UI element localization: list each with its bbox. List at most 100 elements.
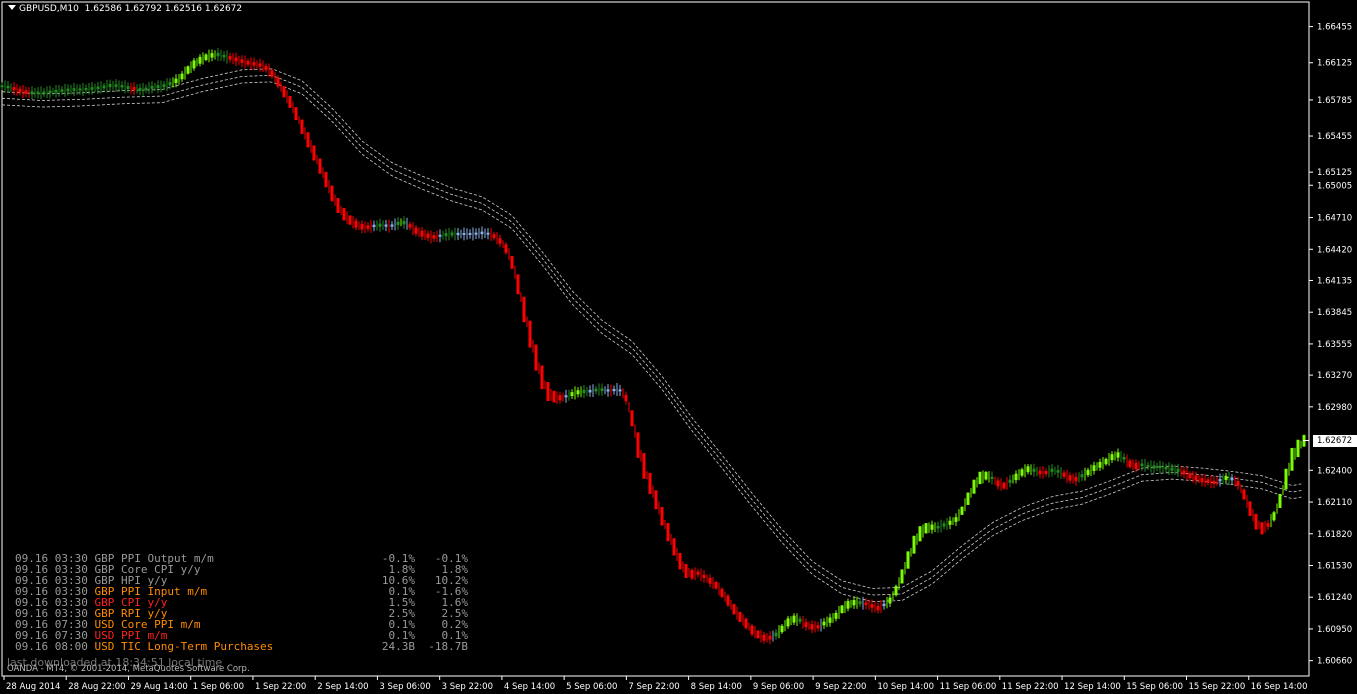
y-tick-label: 1.65125 [1317, 168, 1352, 178]
price-body [234, 57, 238, 62]
price-body [978, 471, 982, 485]
price-body [114, 84, 118, 87]
price-body [252, 62, 256, 66]
x-tick-label: 1 Sep 22:00 [255, 682, 306, 692]
price-body [852, 600, 856, 606]
price-body [216, 52, 220, 57]
price-body [594, 388, 598, 392]
price-body [102, 85, 106, 89]
news-row: 09.16 08:00 USD TIC Long-Term Purchases 2… [15, 641, 475, 652]
price-body [6, 85, 10, 89]
open-value: 1.62586 [84, 4, 122, 14]
price-body [1194, 475, 1198, 481]
price-body [474, 232, 478, 235]
price-body [1056, 470, 1060, 473]
price-body [1182, 470, 1186, 475]
price-body [936, 525, 940, 529]
price-body [120, 85, 124, 88]
y-tick-label: 1.64710 [1317, 214, 1352, 224]
x-tick-label: 10 Sep 14:00 [877, 682, 934, 692]
news-event: TIC Long-Term Purchases [120, 640, 274, 653]
y-tick-label: 1.64420 [1317, 245, 1352, 255]
price-body [138, 87, 142, 91]
y-tick-label: 1.63845 [1317, 308, 1352, 318]
price-body [732, 604, 736, 615]
menu-triangle-icon[interactable] [8, 5, 16, 10]
price-body [270, 70, 274, 77]
price-body [828, 617, 832, 623]
price-body [840, 605, 844, 613]
price-body [870, 604, 874, 608]
news-actual: 24.3B [381, 640, 415, 653]
price-body [846, 601, 850, 609]
price-body [1044, 470, 1048, 475]
price-body [822, 621, 826, 626]
price-body [618, 389, 622, 392]
price-body [426, 233, 430, 239]
price-body [990, 476, 994, 479]
price-body [1170, 467, 1174, 471]
price-body [1080, 474, 1084, 478]
price-body [132, 87, 136, 91]
price-body [444, 233, 448, 237]
price-body [894, 586, 898, 596]
envelope-band-line [1, 81, 1303, 602]
price-body [1062, 472, 1066, 477]
price-body [528, 320, 532, 348]
price-body [1254, 513, 1258, 530]
price-body [1128, 460, 1132, 467]
price-body [456, 232, 460, 236]
x-tick-label: 3 Sep 22:00 [442, 682, 493, 692]
price-body [78, 88, 82, 91]
price-body [1020, 469, 1024, 476]
price-body [702, 574, 706, 578]
price-body [1200, 478, 1204, 483]
price-body [18, 88, 22, 93]
price-body [816, 625, 820, 629]
price-body [516, 274, 520, 295]
x-tick-label: 8 Sep 14:00 [691, 682, 742, 692]
price-body [762, 634, 766, 641]
price-body [366, 225, 370, 229]
close-value: 1.62672 [204, 4, 243, 14]
high-value: 1.62792 [124, 4, 162, 14]
y-tick-label: 1.62110 [1317, 498, 1352, 508]
price-body [942, 523, 946, 527]
price-body [222, 54, 226, 58]
price-body [876, 606, 880, 611]
price-body [162, 84, 166, 88]
price-body [180, 73, 184, 80]
price-body [774, 632, 778, 637]
x-tick-label: 12 Sep 14:00 [1064, 682, 1121, 692]
y-tick-label: 1.65785 [1317, 96, 1352, 106]
price-body [798, 618, 802, 622]
symbol-label: GBPUSD,M10 [19, 4, 79, 14]
price-body [204, 54, 208, 61]
price-body [690, 569, 694, 579]
price-body [450, 232, 454, 236]
price-body [564, 395, 568, 398]
price-body [1272, 512, 1276, 521]
price-body [1278, 493, 1282, 508]
envelope-band-line [1, 68, 1303, 589]
x-tick-label: 28 Aug 22:00 [68, 682, 125, 692]
price-body [1008, 479, 1012, 483]
price-body [402, 220, 406, 225]
y-tick-label: 1.63270 [1317, 371, 1352, 381]
y-tick-label: 1.62400 [1317, 466, 1352, 476]
price-body [912, 535, 916, 554]
price-body [36, 91, 40, 95]
price-body [1296, 439, 1300, 458]
price-body [1248, 501, 1252, 516]
price-body [396, 221, 400, 225]
price-body [882, 603, 886, 607]
price-body [330, 185, 334, 202]
price-body [1050, 468, 1054, 472]
price-body [12, 87, 16, 91]
price-body [1290, 447, 1294, 471]
price-body [504, 244, 508, 253]
price-body [642, 453, 646, 479]
price-body [888, 597, 892, 604]
price-body [294, 107, 298, 121]
price-body [72, 88, 76, 91]
